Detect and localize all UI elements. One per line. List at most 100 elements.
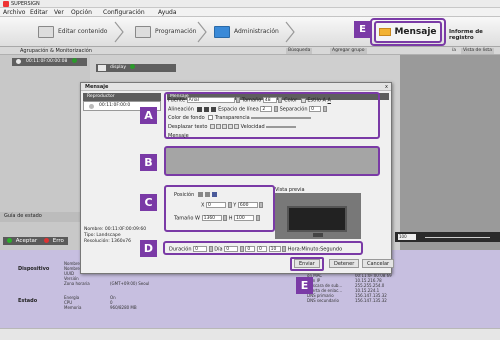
ok-icon <box>7 238 12 243</box>
width-input[interactable]: 1360 <box>201 215 222 221</box>
menu-archivo[interactable]: Archivo <box>3 9 25 16</box>
key-dns2: DNS secundario <box>307 298 339 303</box>
second-input[interactable]: 10 <box>268 246 281 252</box>
minute-input[interactable]: 0 <box>256 246 267 252</box>
app-title: SUPERSIGN <box>11 1 40 7</box>
editor-icon <box>38 25 54 38</box>
toolbar-editar-contenido[interactable]: Editar contenido <box>38 24 107 39</box>
stop-button[interactable]: Detener <box>329 259 360 268</box>
speed-label: Velocidad <box>240 124 265 130</box>
spinner-icon[interactable] <box>239 246 244 252</box>
toolbar-administracion[interactable]: Administración <box>214 24 279 39</box>
underline-button[interactable]: A <box>328 98 331 104</box>
zoom-value[interactable]: 100 <box>398 234 416 240</box>
zoom-track[interactable] <box>425 237 490 238</box>
x-input[interactable]: 0 <box>206 202 227 208</box>
list-view-button[interactable]: Vista de lista <box>461 48 494 54</box>
toolbar-programacion[interactable]: Programación <box>135 24 196 39</box>
status-dot-icon <box>71 58 77 63</box>
pos-top-icon[interactable] <box>197 192 203 197</box>
align-center-icon[interactable] <box>204 106 210 112</box>
transparency-slider[interactable] <box>251 116 312 119</box>
menu-bar: Archivo Editar Ver Opción Configuración … <box>0 8 500 17</box>
size-label: Tamaño <box>241 97 262 104</box>
hour-input[interactable]: 0 <box>245 246 256 252</box>
y-label: Y <box>233 202 237 209</box>
spinner-icon[interactable] <box>223 215 228 221</box>
chevron-right-icon <box>114 21 124 43</box>
menu-ayuda[interactable]: Ayuda <box>158 9 177 16</box>
toolbar-informe[interactable]: Informe de registro <box>449 29 500 41</box>
scroll-left-icon[interactable] <box>216 124 222 129</box>
search-button[interactable]: Búsqueda <box>286 48 313 54</box>
chevron-down-icon[interactable] <box>278 97 283 103</box>
spinner-icon[interactable] <box>227 202 232 208</box>
time-format-label: Hora:Minuto:Segundo <box>287 246 343 253</box>
bold-button[interactable]: A <box>322 98 325 104</box>
menu-configuracion[interactable]: Configuración <box>103 9 145 16</box>
color-swatch[interactable] <box>300 97 306 103</box>
scroll-up-icon[interactable] <box>228 124 234 129</box>
day-label: Día <box>214 246 223 253</box>
size-select[interactable]: 48 <box>262 97 277 103</box>
error-button[interactable]: Erro <box>40 237 68 245</box>
pos-bottom-icon[interactable] <box>211 192 217 197</box>
spinner-icon[interactable] <box>273 106 278 112</box>
device-label: Dispositivo <box>18 266 50 272</box>
message-text-area[interactable] <box>164 146 380 176</box>
separation-label: Separación <box>279 106 308 113</box>
chevron-down-icon[interactable] <box>236 97 241 103</box>
player-row[interactable]: 00:11:0F:00:00:08 <box>12 58 87 66</box>
close-icon[interactable]: x <box>385 84 388 90</box>
scroll-down-icon[interactable] <box>234 124 240 129</box>
height-input[interactable]: 100 <box>234 215 255 221</box>
align-right-icon[interactable] <box>211 106 217 112</box>
add-group-button[interactable]: Agregar grupo <box>330 48 367 54</box>
callout-e: E <box>296 277 313 294</box>
display-row[interactable]: display <box>96 64 176 72</box>
val-dns2: 156.147.135.32 <box>355 298 387 303</box>
day-input[interactable]: 0 <box>224 246 239 252</box>
status-guide: Guía de estado <box>0 212 90 222</box>
align-left-icon[interactable] <box>197 106 203 112</box>
spinner-icon[interactable] <box>322 106 327 112</box>
spinner-icon[interactable] <box>259 202 264 208</box>
menu-editar[interactable]: Editar <box>30 9 48 16</box>
info-resolution: Resolución: 1360x76 <box>84 239 132 244</box>
secondbar-ia: ía <box>452 48 457 53</box>
separation-input[interactable]: 0 <box>309 106 322 112</box>
scroll-right-icon[interactable] <box>222 124 228 129</box>
calendar-icon <box>135 25 151 38</box>
menu-ver[interactable]: Ver <box>54 9 64 16</box>
send-button[interactable]: Enviar <box>294 259 320 268</box>
clock-icon <box>16 59 21 64</box>
toolbar-mensaje-button[interactable]: Mensaje <box>374 21 442 43</box>
duration-input[interactable]: 0 <box>193 246 208 252</box>
speed-slider[interactable] <box>266 125 297 128</box>
line-spacing-input[interactable]: 2 <box>260 106 273 112</box>
font-label: Fuente <box>168 97 186 104</box>
bg-color-swatch[interactable] <box>208 115 214 120</box>
spinner-icon[interactable] <box>282 246 287 252</box>
duration-label: Duración <box>169 246 192 253</box>
scroll-none-icon[interactable] <box>210 124 216 129</box>
key-memoria: Memoria <box>64 305 82 310</box>
accept-button[interactable]: Aceptar <box>3 237 42 245</box>
pos-middle-icon[interactable] <box>204 192 210 197</box>
font-select[interactable]: Arial <box>186 97 235 103</box>
y-input[interactable]: 600 <box>237 202 258 208</box>
accept-label: Aceptar <box>15 238 38 244</box>
monitor-stand <box>313 233 323 237</box>
right-panel <box>400 55 500 250</box>
val-memoria: 960/8280 MB <box>110 305 137 310</box>
duration-section: Duración 0 Día 0 0 0 10 Hora:Minuto:Segu… <box>163 241 363 255</box>
player-header: Reproductor <box>83 93 161 101</box>
w-label: W <box>195 215 200 222</box>
chevron-right-icon <box>197 21 207 43</box>
cancel-button[interactable]: Cancelar <box>362 259 395 268</box>
callout-c: C <box>140 194 157 211</box>
player-id: 00:11:0F:00:0 <box>99 103 131 108</box>
spinner-icon[interactable] <box>208 246 213 252</box>
spinner-icon[interactable] <box>255 215 260 221</box>
menu-opcion[interactable]: Opción <box>71 9 92 16</box>
